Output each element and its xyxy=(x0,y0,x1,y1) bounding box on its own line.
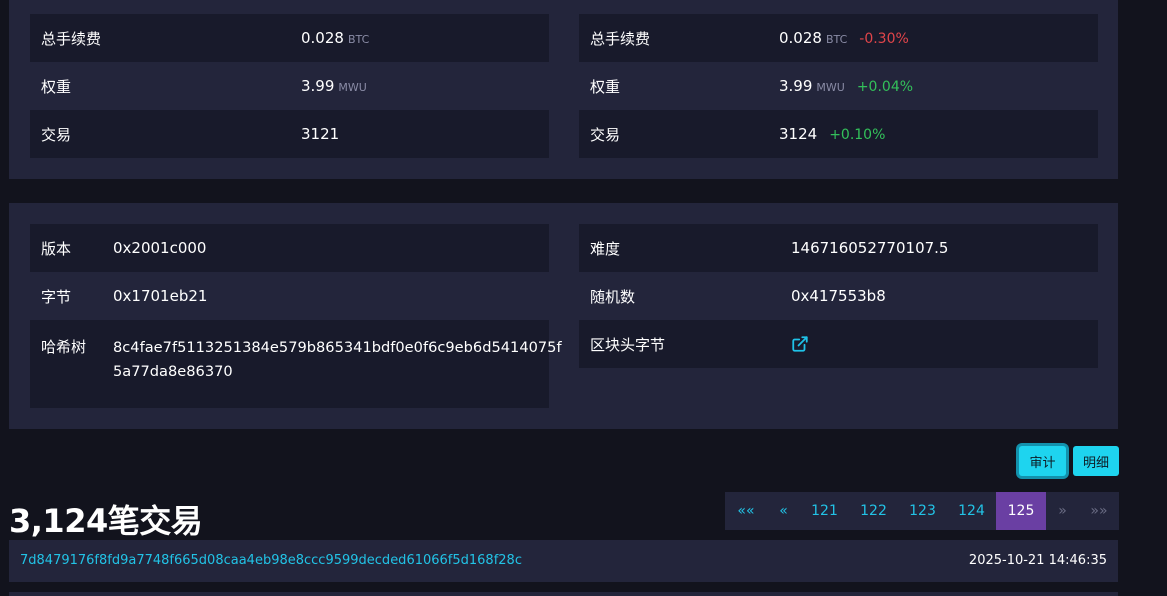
tx-count: 3124 xyxy=(779,125,818,143)
transaction-timestamp: 2025-10-21 14:46:35 xyxy=(968,553,1107,568)
audit-toggle-button[interactable]: 审计 xyxy=(1019,446,1066,476)
fee-unit: BTC xyxy=(347,33,370,46)
bits-value: 0x1701eb21 xyxy=(113,287,208,305)
page-124-button[interactable]: 124 xyxy=(947,492,996,530)
fee-amount: 0.028 xyxy=(779,29,822,47)
weight-unit: MWU xyxy=(338,81,367,94)
block-comparison-panel: 总手续费 0.028 BTC 权重 3.99 MWU 交易 3121 总手续费 0.… xyxy=(9,0,1118,179)
difficulty-label: 难度 xyxy=(590,239,621,258)
weight-amount: 3.99 xyxy=(301,77,335,95)
merkle-value-line2: 5a77da8e86370 xyxy=(113,363,233,380)
fee-label: 总手续费 xyxy=(590,29,651,48)
nonce-value: 0x417553b8 xyxy=(791,287,886,305)
fee-label: 总手续费 xyxy=(41,29,102,48)
merkle-value-line1: 8c4fae7f5113251384e579b865341bdf0e0f6c9e… xyxy=(113,339,562,356)
page-123-button[interactable]: 123 xyxy=(898,492,947,530)
tx-change: +0.10% xyxy=(829,127,886,143)
difficulty-value: 146716052770107.5 xyxy=(791,239,949,257)
tx-label: 交易 xyxy=(590,125,621,144)
weight-unit: MWU xyxy=(816,81,845,94)
weight-amount: 3.99 xyxy=(779,77,813,95)
expected-tx-row: 交易 3121 xyxy=(30,110,549,158)
expected-fee-row: 总手续费 0.028 BTC xyxy=(30,14,549,62)
nonce-label: 随机数 xyxy=(590,287,636,306)
fee-unit: BTC xyxy=(825,33,848,46)
block-header-row: 区块头字节 xyxy=(579,320,1098,368)
weight-label: 权重 xyxy=(590,77,621,96)
transactions-heading: 3,124笔交易 xyxy=(9,502,203,540)
nonce-row: 随机数 0x417553b8 xyxy=(579,272,1098,320)
bits-row: 字节 0x1701eb21 xyxy=(30,272,549,320)
fee-value: 0.028 BTC -0.30% xyxy=(779,29,909,47)
version-row: 版本 0x2001c000 xyxy=(30,224,549,272)
tx-label: 交易 xyxy=(41,125,72,144)
external-link-icon[interactable] xyxy=(791,335,809,353)
detail-toggle-button[interactable]: 明细 xyxy=(1073,446,1119,476)
block-header-label: 区块头字节 xyxy=(590,335,666,354)
weight-change: +0.04% xyxy=(856,79,914,95)
weight-value: 3.99 MWU +0.04% xyxy=(779,77,913,95)
last-page-button[interactable]: »» xyxy=(1079,492,1119,530)
version-value: 0x2001c000 xyxy=(113,239,207,257)
page-125-button[interactable]: 125 xyxy=(996,492,1046,530)
actual-fee-row: 总手续费 0.028 BTC -0.30% xyxy=(579,14,1098,62)
actual-weight-row: 权重 3.99 MWU +0.04% xyxy=(579,62,1098,110)
actual-tx-row: 交易 3124 +0.10% xyxy=(579,110,1098,158)
difficulty-row: 难度 146716052770107.5 xyxy=(579,224,1098,272)
pagination: «« « 121 122 123 124 125 » »» xyxy=(725,492,1119,530)
transaction-hash-link[interactable]: 7d8479176f8fd9a7748f665d08caa4eb98e8ccc9… xyxy=(20,553,522,568)
prev-page-button[interactable]: « xyxy=(767,492,800,530)
tx-value: 3124 +0.10% xyxy=(779,125,885,143)
tx-count: 3121 xyxy=(301,125,340,143)
transaction-row-next xyxy=(9,592,1118,596)
fee-amount: 0.028 xyxy=(301,29,344,47)
expected-weight-row: 权重 3.99 MWU xyxy=(30,62,549,110)
merkle-root-row: 哈希树 8c4fae7f5113251384e579b865341bdf0e0f… xyxy=(30,320,562,408)
weight-label: 权重 xyxy=(41,77,72,96)
bits-label: 字节 xyxy=(41,287,72,306)
version-label: 版本 xyxy=(41,239,72,258)
fee-change: -0.30% xyxy=(859,31,909,47)
page-122-button[interactable]: 122 xyxy=(849,492,898,530)
first-page-button[interactable]: «« xyxy=(725,492,767,530)
merkle-label: 哈希树 xyxy=(41,338,87,356)
next-page-button[interactable]: » xyxy=(1046,492,1079,530)
transaction-row: 7d8479176f8fd9a7748f665d08caa4eb98e8ccc9… xyxy=(9,540,1118,582)
block-details-panel: 版本 0x2001c000 字节 0x1701eb21 哈希树 8c4fae7f… xyxy=(9,203,1118,429)
page-121-button[interactable]: 121 xyxy=(800,492,849,530)
merkle-value: 8c4fae7f5113251384e579b865341bdf0e0f6c9e… xyxy=(113,336,562,384)
weight-value: 3.99 MWU xyxy=(301,77,367,95)
fee-value: 0.028 BTC xyxy=(301,29,369,47)
